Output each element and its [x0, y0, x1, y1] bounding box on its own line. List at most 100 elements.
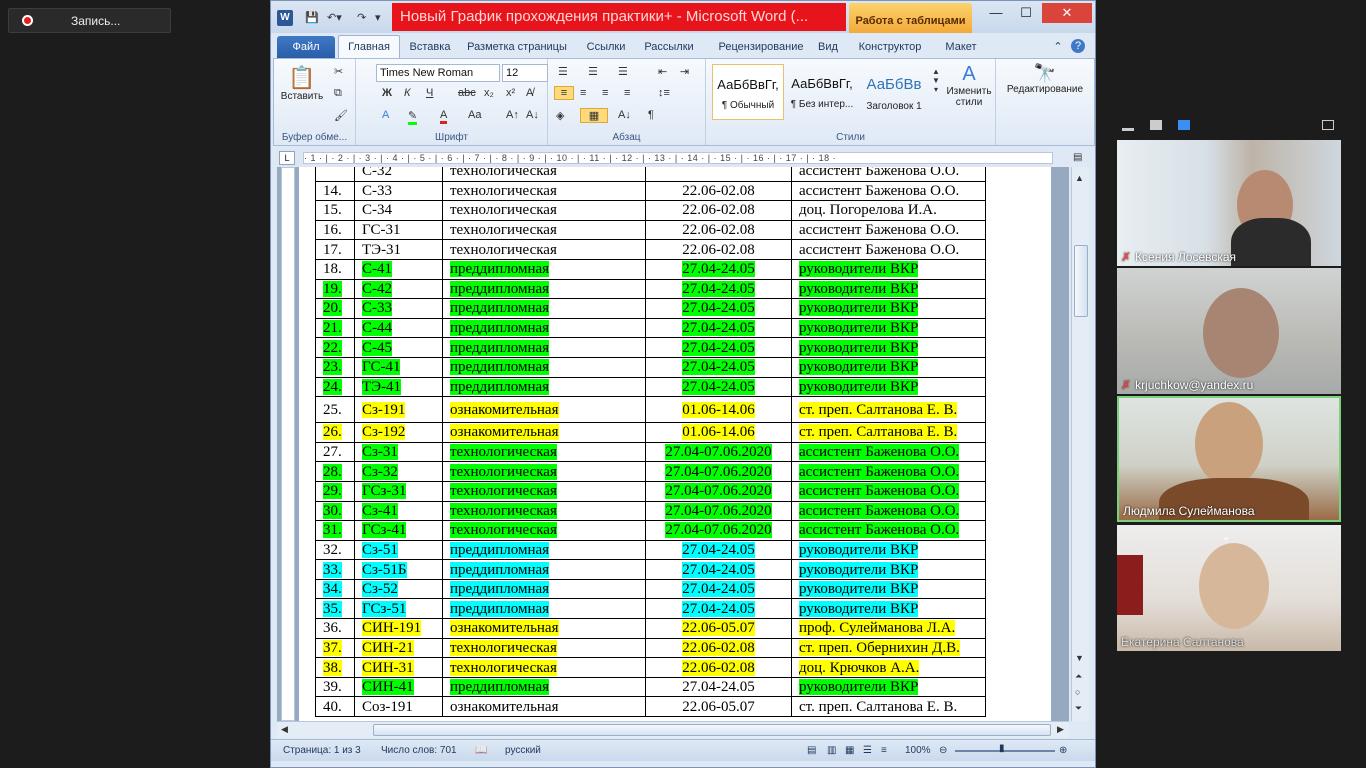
- align-center-icon[interactable]: ≡: [580, 87, 586, 99]
- row-number[interactable]: 29.: [315, 480, 355, 502]
- group-code[interactable]: СИН-31: [354, 657, 443, 678]
- row-number[interactable]: 24.: [315, 376, 355, 398]
- justify-icon[interactable]: ≡: [624, 87, 630, 99]
- italic-icon[interactable]: К: [404, 87, 410, 99]
- group-code[interactable]: Сз-41: [354, 500, 443, 522]
- zoom-level[interactable]: 100%: [905, 745, 931, 756]
- scroll-left-icon[interactable]: ◀: [281, 724, 288, 735]
- practice-supervisor[interactable]: руководители ВКР: [791, 356, 986, 378]
- table-row[interactable]: 28. Сз-32 технологическая 27.04-07.06.2020 а…: [315, 461, 986, 482]
- practice-dates[interactable]: 22.06-05.07: [645, 618, 792, 639]
- row-number[interactable]: 23.: [315, 356, 355, 378]
- table-row[interactable]: 21. С-44 преддипломная 27.04-24.05 руководит…: [315, 317, 986, 339]
- practice-supervisor[interactable]: руководители ВКР: [791, 337, 986, 358]
- practice-type[interactable]: технологическая: [442, 200, 646, 221]
- increase-indent-icon[interactable]: ⇥: [680, 65, 689, 78]
- table-row[interactable]: 25. Сз-191 ознакомительная 01.06-14.06 ст. п…: [315, 396, 986, 424]
- align-right-icon[interactable]: ≡: [602, 87, 608, 99]
- row-number[interactable]: 26.: [315, 422, 355, 443]
- table-row[interactable]: 24. ТЭ-41 преддипломная 27.04-24.05 руководи…: [315, 376, 986, 398]
- row-number[interactable]: 36.: [315, 618, 355, 639]
- practice-supervisor[interactable]: ассистент Баженова О.О.: [791, 520, 986, 541]
- word-app-icon[interactable]: W: [277, 10, 293, 26]
- row-number[interactable]: 37.: [315, 637, 355, 659]
- scroll-thumb[interactable]: [1074, 245, 1088, 317]
- participant-video[interactable]: ⌄ Екатерина Салтанова: [1117, 525, 1341, 651]
- save-icon[interactable]: 💾: [305, 11, 319, 24]
- style-normal[interactable]: АаБбВвГг, ¶ Обычный: [712, 64, 784, 120]
- row-number[interactable]: 31.: [315, 520, 355, 541]
- close-button[interactable]: ✕: [1042, 3, 1092, 23]
- tab-mailings[interactable]: Рассылки: [641, 38, 697, 58]
- sort-icon[interactable]: A↓: [618, 109, 631, 121]
- underline-icon[interactable]: Ч: [426, 87, 433, 99]
- document-page[interactable]: С-32 технологическая ассистент Баженова О.…: [299, 167, 1051, 721]
- group-code[interactable]: С-34: [354, 200, 443, 221]
- practice-type[interactable]: преддипломная: [442, 539, 646, 561]
- tab-layout[interactable]: Макет: [941, 38, 981, 58]
- chevron-down-icon[interactable]: ⌄: [1221, 529, 1231, 543]
- practice-supervisor[interactable]: ассистент Баженова О.О.: [791, 441, 986, 463]
- strikethrough-icon[interactable]: abc: [458, 87, 476, 99]
- row-number[interactable]: 16.: [315, 219, 355, 241]
- next-page-icon[interactable]: ⏷: [1075, 703, 1082, 714]
- vertical-scrollbar[interactable]: ▲ ▼ ⏶ ○ ⏷: [1071, 167, 1089, 721]
- practice-dates[interactable]: 27.04-07.06.2020: [645, 520, 792, 541]
- practice-supervisor[interactable]: руководители ВКР: [791, 578, 986, 600]
- row-number[interactable]: 32.: [315, 539, 355, 561]
- row-number[interactable]: 19.: [315, 278, 355, 300]
- row-number[interactable]: 39.: [315, 676, 355, 698]
- practice-dates[interactable]: 27.04-24.05: [645, 559, 792, 580]
- tab-page-layout[interactable]: Разметка страницы: [466, 38, 568, 58]
- tab-home[interactable]: Главная: [338, 35, 400, 58]
- practice-type[interactable]: преддипломная: [442, 676, 646, 698]
- font-color-icon[interactable]: A: [440, 109, 448, 124]
- show-marks-icon[interactable]: ¶: [648, 109, 654, 121]
- row-number[interactable]: 14.: [315, 180, 355, 202]
- row-number[interactable]: 25.: [315, 396, 355, 424]
- practice-type[interactable]: технологическая: [442, 480, 646, 502]
- practice-supervisor[interactable]: доц. Погорелова И.А.: [791, 200, 986, 221]
- shading-icon[interactable]: ◈: [556, 109, 564, 122]
- group-code[interactable]: С-42: [354, 278, 443, 300]
- practice-type[interactable]: преддипломная: [442, 376, 646, 398]
- tab-references[interactable]: Ссылки: [581, 38, 631, 58]
- table-row[interactable]: 34. Сз-52 преддипломная 27.04-24.05 руководи…: [315, 578, 986, 600]
- practice-type[interactable]: ознакомительная: [442, 422, 646, 443]
- practice-dates[interactable]: 27.04-24.05: [645, 317, 792, 339]
- tab-file[interactable]: Файл: [277, 36, 335, 58]
- row-number[interactable]: 17.: [315, 239, 355, 260]
- group-code[interactable]: Соз-191: [354, 696, 443, 718]
- line-spacing-icon[interactable]: ↕≡: [658, 87, 670, 99]
- full-screen-reading-icon[interactable]: ▥: [827, 745, 836, 756]
- practice-dates[interactable]: 27.04-24.05: [645, 676, 792, 698]
- proofing-icon[interactable]: 📖: [475, 745, 487, 756]
- practice-type[interactable]: технологическая: [442, 239, 646, 260]
- row-number[interactable]: 38.: [315, 657, 355, 678]
- style-no-spacing[interactable]: АаБбВвГг, ¶ Без интер...: [786, 64, 858, 120]
- practice-dates[interactable]: 22.06-02.08: [645, 239, 792, 260]
- bold-icon[interactable]: Ж: [382, 87, 392, 99]
- participant-video[interactable]: ✗ Ксения Лосевская: [1117, 140, 1341, 266]
- group-code[interactable]: С-41: [354, 258, 443, 280]
- practice-supervisor[interactable]: ассистент Баженова О.О.: [791, 461, 986, 482]
- participant-video[interactable]: ✗ krjuchkow@yandex.ru: [1117, 268, 1341, 394]
- table-row[interactable]: 38. СИН-31 технологическая 22.06-02.08 доц. …: [315, 657, 986, 678]
- browse-object-icon[interactable]: ○: [1075, 687, 1080, 697]
- practice-type[interactable]: преддипломная: [442, 298, 646, 319]
- participant-video-active[interactable]: Людмила Сулейманова: [1117, 396, 1341, 522]
- shrink-font-icon[interactable]: A↓: [526, 109, 539, 121]
- practice-supervisor[interactable]: ассистент Баженова О.О.: [791, 500, 986, 522]
- style-heading-1[interactable]: АаБбВв Заголовок 1: [858, 64, 930, 120]
- practice-type[interactable]: технологическая: [442, 441, 646, 463]
- practice-dates[interactable]: 27.04-24.05: [645, 278, 792, 300]
- collapse-ribbon-icon[interactable]: ⌃: [1051, 38, 1065, 58]
- practice-dates[interactable]: [645, 167, 792, 182]
- table-row[interactable]: 37. СИН-21 технологическая 22.06-02.08 ст. п…: [315, 637, 986, 659]
- row-number[interactable]: 40.: [315, 696, 355, 718]
- tab-selector-icon[interactable]: L: [279, 151, 295, 165]
- editing-button[interactable]: 🔭 Редактирование: [1000, 63, 1090, 95]
- superscript-icon[interactable]: x²: [506, 87, 515, 99]
- group-code[interactable]: Сз-191: [354, 396, 443, 424]
- practice-type[interactable]: ознакомительная: [442, 396, 646, 424]
